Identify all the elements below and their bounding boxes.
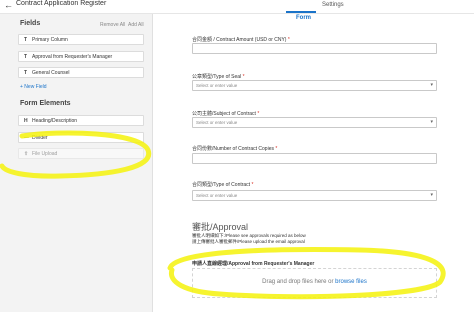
highlight-circle-bottom [167, 247, 446, 300]
highlighter-annotations [0, 130, 446, 300]
highlight-circle-left [0, 130, 152, 179]
